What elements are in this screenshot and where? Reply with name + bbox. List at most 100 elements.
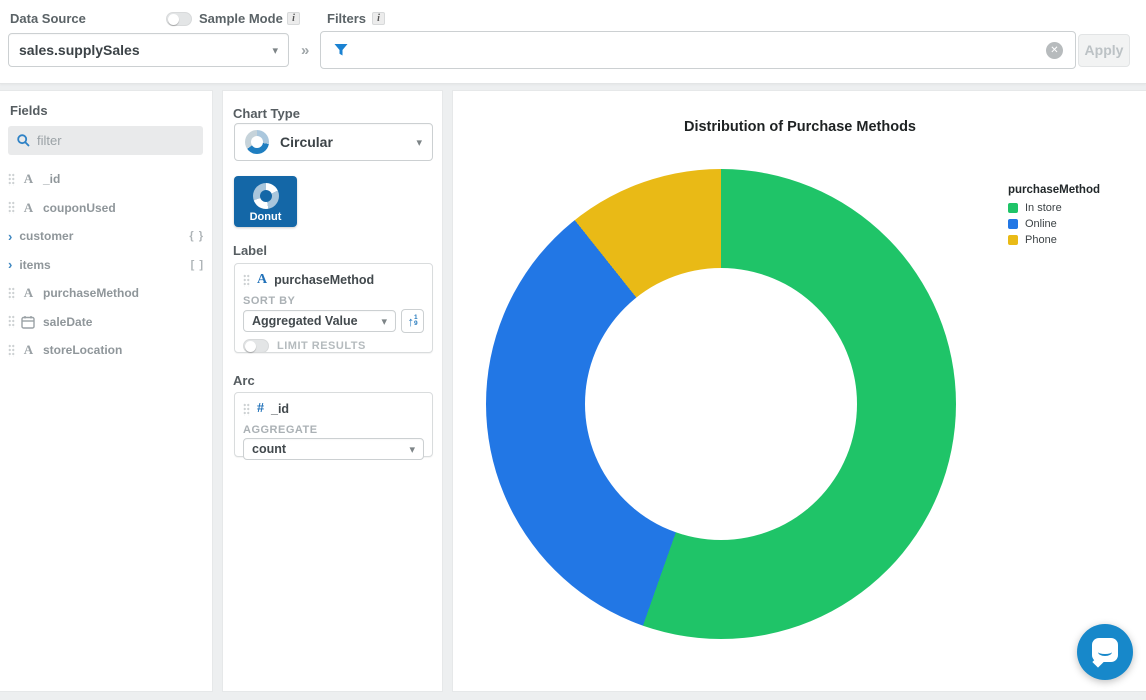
chart-title: Distribution of Purchase Methods (453, 119, 1146, 135)
drag-handle-icon[interactable] (243, 274, 250, 287)
label-field-name: purchaseMethod (274, 273, 374, 287)
filters-label: Filters (327, 11, 366, 26)
chart-type-value: Circular (280, 134, 333, 150)
chart-panel: Distribution of Purchase Methods purchas… (452, 90, 1146, 692)
chat-launcher-button[interactable] (1077, 624, 1133, 680)
field-item-storeLocation[interactable]: AstoreLocation (8, 340, 204, 360)
chat-smile-icon (1098, 648, 1112, 656)
data-source-select[interactable]: sales.supplySales ▾ (8, 33, 289, 67)
fields-panel-title: Fields (10, 103, 48, 118)
legend-item-phone[interactable]: Phone (1008, 234, 1100, 246)
sort-direction-button[interactable]: ↑ 19 (401, 309, 424, 333)
field-item-customer[interactable]: › customer { } (8, 226, 204, 246)
encode-panel: Chart Type Circular ▾ Donut Label A purc… (222, 90, 443, 692)
sort-by-value: Aggregated Value (252, 314, 358, 328)
chart-legend: purchaseMethod In store Online Phone (1008, 184, 1100, 250)
sort-by-label: SORT BY (235, 292, 432, 309)
arc-channel-card: # _id AGGREGATE count ▾ (234, 392, 433, 457)
subtype-tile-donut[interactable]: Donut (234, 176, 297, 227)
limit-results-label: LIMIT RESULTS (277, 340, 366, 352)
legend-swatch (1008, 235, 1018, 245)
circular-chart-icon (245, 130, 269, 154)
limit-results-toggle[interactable] (243, 339, 269, 353)
string-type-icon: A (21, 285, 36, 301)
field-name: couponUsed (43, 201, 116, 215)
top-bar: Data Source Sample Mode i Filters i sale… (0, 0, 1146, 84)
apply-button[interactable]: Apply (1078, 34, 1130, 67)
field-name: purchaseMethod (43, 286, 139, 300)
field-name: customer (19, 229, 73, 243)
drag-handle-icon[interactable] (8, 344, 15, 357)
arc-field-chip[interactable]: # _id (235, 393, 432, 421)
legend-item-in-store[interactable]: In store (1008, 202, 1100, 214)
string-type-icon: A (257, 272, 267, 288)
chevron-right-icon[interactable]: › (8, 229, 12, 244)
field-name: storeLocation (43, 343, 122, 357)
object-type-badge: { } (189, 230, 204, 242)
subtype-label: Donut (234, 211, 297, 228)
aggregate-value: count (252, 442, 286, 456)
donut-hole (585, 268, 858, 541)
toggle-knob (168, 14, 179, 25)
date-type-icon (21, 315, 36, 329)
field-item-items[interactable]: › items [ ] (8, 255, 204, 275)
legend-swatch (1008, 203, 1018, 213)
fields-search-input[interactable] (37, 133, 177, 148)
data-source-label: Data Source (10, 11, 86, 26)
fields-search-box (8, 126, 203, 155)
label-channel-title: Label (233, 243, 267, 258)
field-item-purchaseMethod[interactable]: ApurchaseMethod (8, 283, 204, 303)
chart-type-select[interactable]: Circular ▾ (234, 123, 433, 161)
filters-info-icon[interactable]: i (372, 12, 385, 25)
string-type-icon: A (21, 171, 36, 187)
drag-handle-icon[interactable] (8, 315, 15, 328)
sample-mode-info-icon[interactable]: i (287, 12, 300, 25)
fields-panel: Fields A _id AcouponUsed › customer { } › items… (0, 90, 213, 692)
field-name: _id (43, 172, 60, 186)
filter-expression-input[interactable] (359, 42, 1046, 58)
array-type-badge: [ ] (191, 259, 204, 271)
aggregate-label: AGGREGATE (235, 421, 432, 438)
search-icon (17, 134, 30, 147)
legend-swatch (1008, 219, 1018, 229)
number-type-icon: # (257, 401, 264, 417)
label-field-chip[interactable]: A purchaseMethod (235, 264, 432, 292)
chevron-down-icon: ▾ (381, 315, 387, 328)
filter-expression-bar: ✕ (320, 31, 1076, 69)
chart-type-label: Chart Type (233, 106, 300, 121)
donut-chart[interactable] (486, 169, 956, 639)
data-source-value: sales.supplySales (19, 42, 140, 58)
arc-channel-title: Arc (233, 373, 255, 388)
string-type-icon: A (21, 342, 36, 358)
sort-by-select[interactable]: Aggregated Value ▾ (243, 310, 396, 332)
donut-chart-icon (253, 183, 279, 209)
drag-handle-icon[interactable] (243, 403, 250, 416)
sample-mode-label: Sample Mode (199, 11, 283, 26)
chevron-down-icon: ▾ (409, 443, 415, 456)
legend-item-online[interactable]: Online (1008, 218, 1100, 230)
chevron-right-icon[interactable]: › (8, 257, 12, 272)
field-name: items (19, 258, 50, 272)
clear-filter-icon[interactable]: ✕ (1046, 42, 1063, 59)
legend-label: Phone (1025, 234, 1057, 246)
field-item-_id[interactable]: A _id (8, 169, 204, 189)
label-channel-card: A purchaseMethod SORT BY Aggregated Valu… (234, 263, 433, 353)
legend-label: Online (1025, 218, 1057, 230)
sample-mode-toggle[interactable] (166, 12, 192, 26)
arc-field-name: _id (271, 402, 289, 416)
drag-handle-icon[interactable] (8, 287, 15, 300)
chevron-down-icon: ▾ (416, 136, 422, 149)
collapse-chevrons-icon[interactable]: » (301, 42, 306, 59)
funnel-icon (333, 42, 349, 58)
field-item-saleDate[interactable]: saleDate (8, 312, 204, 332)
field-item-couponUsed[interactable]: AcouponUsed (8, 198, 204, 218)
legend-title: purchaseMethod (1008, 184, 1100, 196)
string-type-icon: A (21, 200, 36, 216)
chevron-down-icon: ▾ (272, 44, 278, 57)
legend-items: In store Online Phone (1008, 202, 1100, 246)
drag-handle-icon[interactable] (8, 173, 15, 186)
legend-label: In store (1025, 202, 1062, 214)
aggregate-select[interactable]: count ▾ (243, 438, 424, 460)
field-name: saleDate (43, 315, 92, 329)
drag-handle-icon[interactable] (8, 201, 15, 214)
